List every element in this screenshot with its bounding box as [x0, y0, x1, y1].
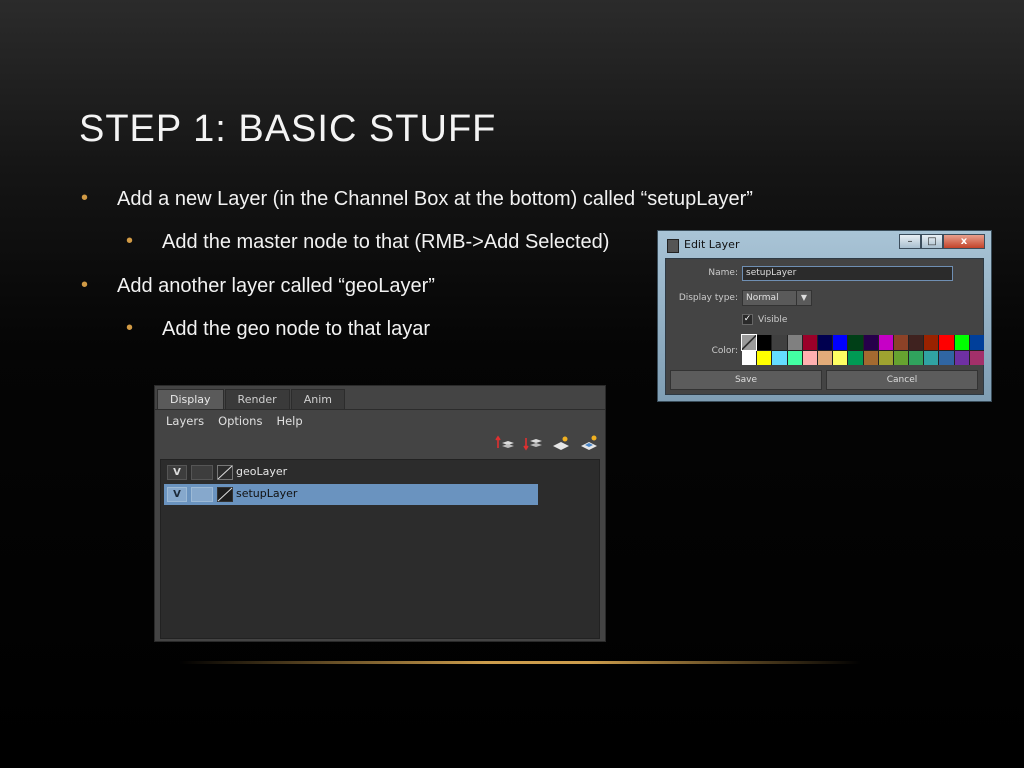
color-label: Color: [711, 346, 738, 356]
color-swatch[interactable] [757, 335, 772, 350]
close-button[interactable]: x [943, 234, 985, 249]
dialog-body: Name: setupLayer Display type: Normal ▼ … [665, 258, 984, 395]
layer-list: V geoLayer V setupLayer [160, 459, 600, 639]
color-swatch[interactable] [893, 350, 909, 365]
layer-visibility-toggle[interactable]: V [167, 487, 187, 502]
color-swatch[interactable] [939, 350, 954, 365]
tab-divider [155, 409, 605, 410]
bullet-item: • Add another layer called “geoLayer” [81, 274, 435, 298]
color-swatch[interactable] [954, 335, 969, 350]
move-layer-up-icon[interactable] [495, 434, 515, 452]
layer-editor-tabs: Display Render Anim [157, 389, 346, 410]
layer-playback-toggle[interactable] [191, 487, 213, 502]
color-swatch[interactable] [802, 350, 817, 365]
tab-render[interactable]: Render [224, 389, 290, 410]
color-swatch[interactable] [848, 350, 863, 365]
bullet-text: Add a new Layer (in the Channel Box at t… [117, 188, 753, 210]
color-swatch[interactable] [878, 335, 893, 350]
color-swatch[interactable] [787, 335, 802, 350]
bullet-dot: • [81, 274, 89, 296]
visible-checkbox[interactable]: ✓ [742, 314, 753, 325]
color-swatch[interactable] [878, 350, 893, 365]
layer-visibility-toggle[interactable]: V [167, 465, 187, 480]
bullet-text: Add the master node to that (RMB->Add Se… [162, 231, 610, 253]
layer-editor-panel: Display Render Anim Layers Options Help … [154, 385, 606, 642]
create-empty-layer-icon[interactable] [551, 434, 571, 452]
layer-name-field[interactable]: setupLayer [742, 266, 953, 281]
color-swatch[interactable] [924, 335, 939, 350]
move-layer-down-icon[interactable] [523, 434, 543, 452]
color-swatch[interactable] [757, 350, 772, 365]
menu-options[interactable]: Options [218, 414, 262, 428]
chevron-down-icon: ▼ [796, 291, 811, 305]
color-swatch[interactable] [833, 335, 848, 350]
color-swatch[interactable] [909, 350, 924, 365]
color-swatch[interactable] [772, 350, 787, 365]
tab-anim[interactable]: Anim [290, 389, 345, 410]
layer-editor-menu: Layers Options Help [166, 414, 303, 428]
display-type-select[interactable]: Normal ▼ [742, 290, 812, 306]
bullet-dot: • [126, 317, 134, 339]
color-swatch[interactable] [969, 335, 984, 350]
cancel-button[interactable]: Cancel [826, 370, 978, 390]
maya-app-icon [667, 239, 679, 253]
color-swatch[interactable] [924, 350, 939, 365]
menu-help[interactable]: Help [276, 414, 302, 428]
color-swatch[interactable] [817, 350, 833, 365]
color-swatch[interactable] [939, 335, 954, 350]
gold-divider-line [180, 661, 860, 664]
layer-row-setuplayer[interactable]: V setupLayer [164, 484, 538, 505]
save-button[interactable]: Save [670, 370, 822, 390]
display-type-label: Display type: [678, 293, 738, 303]
layer-playback-toggle[interactable] [191, 465, 213, 480]
dialog-title: Edit Layer [684, 238, 740, 251]
edit-layer-dialog: Edit Layer – □ x Name: setupLayer Displa… [657, 230, 992, 402]
minimize-button[interactable]: – [899, 234, 921, 249]
color-swatch[interactable] [909, 335, 924, 350]
color-swatch[interactable] [802, 335, 817, 350]
bullet-item: • Add a new Layer (in the Channel Box at… [81, 187, 753, 211]
sub-bullet-item: • Add the geo node to that layar [126, 317, 430, 341]
menu-layers[interactable]: Layers [166, 414, 204, 428]
tab-display[interactable]: Display [157, 389, 224, 410]
color-swatch[interactable] [893, 335, 909, 350]
sub-bullet-item: • Add the master node to that (RMB->Add … [126, 230, 610, 254]
create-layer-from-selected-icon[interactable] [579, 434, 599, 452]
dialog-titlebar[interactable]: Edit Layer – □ x [658, 231, 991, 257]
color-swatch[interactable] [954, 350, 969, 365]
window-buttons: – □ x [899, 234, 985, 249]
color-swatch[interactable] [787, 350, 802, 365]
layer-color-swatch[interactable] [217, 487, 233, 502]
bullet-text: Add another layer called “geoLayer” [117, 275, 435, 297]
bullet-dot: • [81, 187, 89, 209]
slide-title: STEP 1: BASIC STUFF [79, 108, 497, 150]
color-swatch[interactable] [863, 350, 878, 365]
color-swatch[interactable] [740, 334, 758, 351]
maximize-button[interactable]: □ [921, 234, 943, 249]
bullet-dot: • [126, 230, 134, 252]
color-swatch[interactable] [833, 350, 848, 365]
layer-toolbar [495, 434, 599, 452]
color-swatch[interactable] [969, 350, 984, 365]
name-label: Name: [708, 268, 738, 278]
layer-row-geolayer[interactable]: V geoLayer [164, 462, 538, 483]
layer-name: geoLayer [236, 465, 288, 478]
visible-label: Visible [758, 315, 788, 325]
bullet-text: Add the geo node to that layar [162, 318, 430, 340]
color-swatch[interactable] [772, 335, 787, 350]
display-type-value: Normal [746, 293, 779, 303]
color-swatch[interactable] [848, 335, 863, 350]
color-palette [740, 334, 984, 365]
layer-name: setupLayer [236, 487, 298, 500]
color-swatch[interactable] [742, 350, 757, 365]
color-swatch[interactable] [863, 335, 878, 350]
color-swatch[interactable] [817, 335, 833, 350]
layer-color-swatch[interactable] [217, 465, 233, 480]
